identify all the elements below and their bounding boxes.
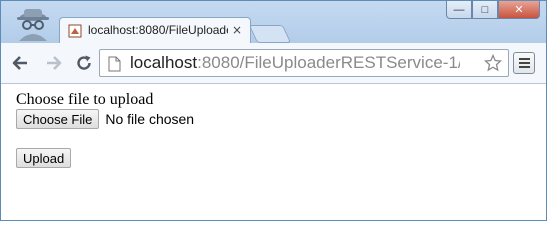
address-bar[interactable]: localhost:8080/FileUploaderRESTService-1… bbox=[99, 49, 509, 77]
menu-icon-bar bbox=[518, 66, 530, 68]
url-path: :8080/FileUploaderRESTService-1/fileuplo bbox=[197, 53, 460, 72]
menu-icon-bar bbox=[518, 58, 530, 60]
bookmark-star-icon[interactable] bbox=[484, 54, 502, 72]
tab-active[interactable]: localhost:8080/FileUploaderRESTService-1… bbox=[59, 17, 251, 43]
back-button[interactable] bbox=[9, 52, 31, 74]
no-file-label: No file chosen bbox=[105, 111, 195, 127]
file-input[interactable]: Choose File No file chosen bbox=[16, 109, 194, 129]
close-window-button[interactable]: ✕ bbox=[498, 1, 540, 19]
menu-icon-bar bbox=[518, 62, 530, 64]
url-text[interactable]: localhost:8080/FileUploaderRESTService-1… bbox=[130, 53, 460, 73]
new-tab-button[interactable] bbox=[248, 25, 292, 43]
back-arrow-icon bbox=[12, 56, 27, 70]
minimize-button[interactable]: — bbox=[446, 1, 472, 19]
page-content: Choose file to upload Choose File No fil… bbox=[1, 84, 546, 220]
tab-strip: localhost:8080/FileUploaderRESTService-1… bbox=[1, 1, 546, 43]
reload-button[interactable] bbox=[73, 52, 95, 74]
choose-file-button[interactable]: Choose File bbox=[16, 109, 100, 129]
window-controls: — □ ✕ bbox=[446, 1, 540, 21]
incognito-icon bbox=[17, 9, 49, 41]
maximize-button[interactable]: □ bbox=[472, 1, 498, 19]
upload-button[interactable]: Upload bbox=[16, 148, 72, 168]
browser-window: localhost:8080/FileUploaderRESTService-1… bbox=[0, 0, 547, 221]
tab-title: localhost:8080/FileUploaderRESTService-1… bbox=[88, 23, 228, 37]
page-icon bbox=[108, 56, 121, 72]
forward-arrow-icon bbox=[47, 56, 62, 70]
tab-close-icon[interactable]: × bbox=[232, 23, 242, 37]
forward-button[interactable] bbox=[43, 52, 65, 74]
url-host: localhost bbox=[130, 53, 198, 72]
page-heading: Choose file to upload bbox=[16, 91, 154, 108]
menu-button[interactable] bbox=[513, 52, 535, 74]
browser-toolbar: localhost:8080/FileUploaderRESTService-1… bbox=[1, 43, 546, 84]
reload-icon bbox=[77, 55, 91, 70]
page-favicon-icon bbox=[68, 24, 82, 38]
